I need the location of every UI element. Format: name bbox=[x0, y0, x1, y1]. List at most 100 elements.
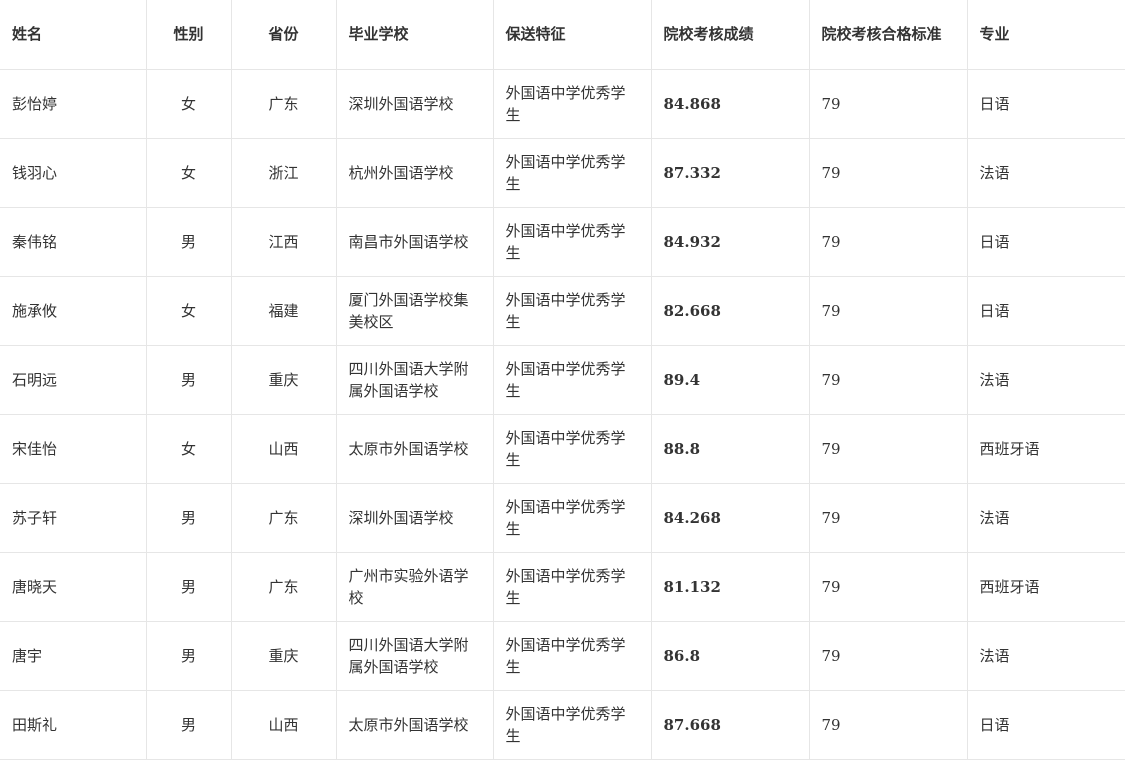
cell-score: 84.868 bbox=[650, 68, 810, 139]
header-standard: 院校考核合格标准 bbox=[808, 0, 968, 70]
cell-standard: 79 bbox=[808, 344, 968, 415]
cell-standard: 79 bbox=[808, 689, 968, 760]
cell-feature: 外国语中学优秀学生 bbox=[492, 551, 652, 622]
cell-score: 87.332 bbox=[650, 137, 810, 208]
cell-name: 施承攸 bbox=[0, 275, 147, 346]
cell-standard: 79 bbox=[808, 137, 968, 208]
cell-province: 广东 bbox=[230, 482, 337, 553]
table-row: 彭怡婷女广东 深圳外国语学校 外国语中学优秀学生 84.868 79 日语 bbox=[0, 68, 1125, 139]
cell-school: 杭州外国语学校 bbox=[335, 137, 494, 208]
header-score: 院校考核成绩 bbox=[650, 0, 810, 70]
cell-feature: 外国语中学优秀学生 bbox=[492, 275, 652, 346]
cell-province: 山西 bbox=[230, 413, 337, 484]
table-row: 唐晓天男广东 广州市实验外语学校 外国语中学优秀学生 81.132 79 西班牙语 bbox=[0, 551, 1125, 622]
cell-major: 日语 bbox=[966, 275, 1125, 346]
cell-gender: 男 bbox=[145, 482, 232, 553]
cell-feature: 外国语中学优秀学生 bbox=[492, 344, 652, 415]
cell-school: 广州市实验外语学校 bbox=[335, 551, 494, 622]
table-row: 唐宇男重庆 四川外国语大学附属外国语学校 外国语中学优秀学生 86.8 79 法语 bbox=[0, 620, 1125, 691]
cell-gender: 男 bbox=[145, 620, 232, 691]
header-gender: 性别 bbox=[145, 0, 232, 70]
cell-school: 四川外国语大学附属外国语学校 bbox=[335, 344, 494, 415]
table-row: 施承攸女福建 厦门外国语学校集美校区 外国语中学优秀学生 82.668 79 日语 bbox=[0, 275, 1125, 346]
cell-province: 广东 bbox=[230, 551, 337, 622]
header-row: 姓名 性别 省份 毕业学校 保送特征 院校考核成绩 院校考核合格标准 专业 bbox=[0, 0, 1125, 70]
table-row: 钱羽心女浙江 杭州外国语学校 外国语中学优秀学生 87.332 79 法语 bbox=[0, 137, 1125, 208]
cell-score: 89.4 bbox=[650, 344, 810, 415]
cell-standard: 79 bbox=[808, 68, 968, 139]
cell-name: 田斯礼 bbox=[0, 689, 147, 760]
cell-major: 西班牙语 bbox=[966, 413, 1125, 484]
cell-school: 深圳外国语学校 bbox=[335, 68, 494, 139]
table-row: 苏子轩男广东 深圳外国语学校 外国语中学优秀学生 84.268 79 法语 bbox=[0, 482, 1125, 553]
cell-feature: 外国语中学优秀学生 bbox=[492, 689, 652, 760]
cell-school: 深圳外国语学校 bbox=[335, 482, 494, 553]
cell-school: 南昌市外国语学校 bbox=[335, 206, 494, 277]
cell-major: 日语 bbox=[966, 206, 1125, 277]
cell-name: 唐宇 bbox=[0, 620, 147, 691]
cell-gender: 女 bbox=[145, 68, 232, 139]
cell-school: 四川外国语大学附属外国语学校 bbox=[335, 620, 494, 691]
header-province: 省份 bbox=[230, 0, 337, 70]
header-feature: 保送特征 bbox=[492, 0, 652, 70]
cell-gender: 女 bbox=[145, 275, 232, 346]
cell-standard: 79 bbox=[808, 620, 968, 691]
cell-major: 日语 bbox=[966, 68, 1125, 139]
cell-standard: 79 bbox=[808, 482, 968, 553]
cell-feature: 外国语中学优秀学生 bbox=[492, 137, 652, 208]
table-header: 姓名 性别 省份 毕业学校 保送特征 院校考核成绩 院校考核合格标准 专业 bbox=[0, 0, 1125, 70]
cell-gender: 男 bbox=[145, 344, 232, 415]
cell-province: 山西 bbox=[230, 689, 337, 760]
cell-major: 法语 bbox=[966, 620, 1125, 691]
cell-score: 81.132 bbox=[650, 551, 810, 622]
table-row: 秦伟铭男江西 南昌市外国语学校 外国语中学优秀学生 84.932 79 日语 bbox=[0, 206, 1125, 277]
cell-feature: 外国语中学优秀学生 bbox=[492, 482, 652, 553]
cell-major: 法语 bbox=[966, 344, 1125, 415]
cell-province: 重庆 bbox=[230, 620, 337, 691]
cell-feature: 外国语中学优秀学生 bbox=[492, 620, 652, 691]
cell-standard: 79 bbox=[808, 551, 968, 622]
cell-province: 浙江 bbox=[230, 137, 337, 208]
cell-major: 西班牙语 bbox=[966, 551, 1125, 622]
cell-name: 石明远 bbox=[0, 344, 147, 415]
cell-school: 太原市外国语学校 bbox=[335, 413, 494, 484]
cell-score: 82.668 bbox=[650, 275, 810, 346]
cell-feature: 外国语中学优秀学生 bbox=[492, 206, 652, 277]
cell-gender: 女 bbox=[145, 137, 232, 208]
cell-gender: 男 bbox=[145, 551, 232, 622]
cell-name: 秦伟铭 bbox=[0, 206, 147, 277]
header-school: 毕业学校 bbox=[335, 0, 494, 70]
cell-name: 宋佳怡 bbox=[0, 413, 147, 484]
cell-gender: 女 bbox=[145, 413, 232, 484]
cell-standard: 79 bbox=[808, 206, 968, 277]
cell-standard: 79 bbox=[808, 413, 968, 484]
cell-major: 法语 bbox=[966, 137, 1125, 208]
cell-score: 84.932 bbox=[650, 206, 810, 277]
cell-standard: 79 bbox=[808, 275, 968, 346]
cell-major: 法语 bbox=[966, 482, 1125, 553]
cell-gender: 男 bbox=[145, 689, 232, 760]
cell-major: 日语 bbox=[966, 689, 1125, 760]
cell-feature: 外国语中学优秀学生 bbox=[492, 413, 652, 484]
cell-province: 福建 bbox=[230, 275, 337, 346]
cell-gender: 男 bbox=[145, 206, 232, 277]
cell-feature: 外国语中学优秀学生 bbox=[492, 68, 652, 139]
cell-name: 苏子轩 bbox=[0, 482, 147, 553]
table-row: 石明远男重庆 四川外国语大学附属外国语学校 外国语中学优秀学生 89.4 79 法语 bbox=[0, 344, 1125, 415]
cell-name: 唐晓天 bbox=[0, 551, 147, 622]
cell-name: 钱羽心 bbox=[0, 137, 147, 208]
cell-school: 太原市外国语学校 bbox=[335, 689, 494, 760]
table-row: 田斯礼男山西 太原市外国语学校 外国语中学优秀学生 87.668 79 日语 bbox=[0, 689, 1125, 760]
table-row: 宋佳怡女山西 太原市外国语学校 外国语中学优秀学生 88.8 79 西班牙语 bbox=[0, 413, 1125, 484]
header-major: 专业 bbox=[966, 0, 1125, 70]
admission-table: 姓名 性别 省份 毕业学校 保送特征 院校考核成绩 院校考核合格标准 专业 彭怡… bbox=[0, 0, 1125, 760]
cell-score: 87.668 bbox=[650, 689, 810, 760]
cell-province: 重庆 bbox=[230, 344, 337, 415]
cell-name: 彭怡婷 bbox=[0, 68, 147, 139]
cell-province: 广东 bbox=[230, 68, 337, 139]
cell-score: 88.8 bbox=[650, 413, 810, 484]
cell-score: 86.8 bbox=[650, 620, 810, 691]
cell-province: 江西 bbox=[230, 206, 337, 277]
header-name: 姓名 bbox=[0, 0, 147, 70]
cell-score: 84.268 bbox=[650, 482, 810, 553]
